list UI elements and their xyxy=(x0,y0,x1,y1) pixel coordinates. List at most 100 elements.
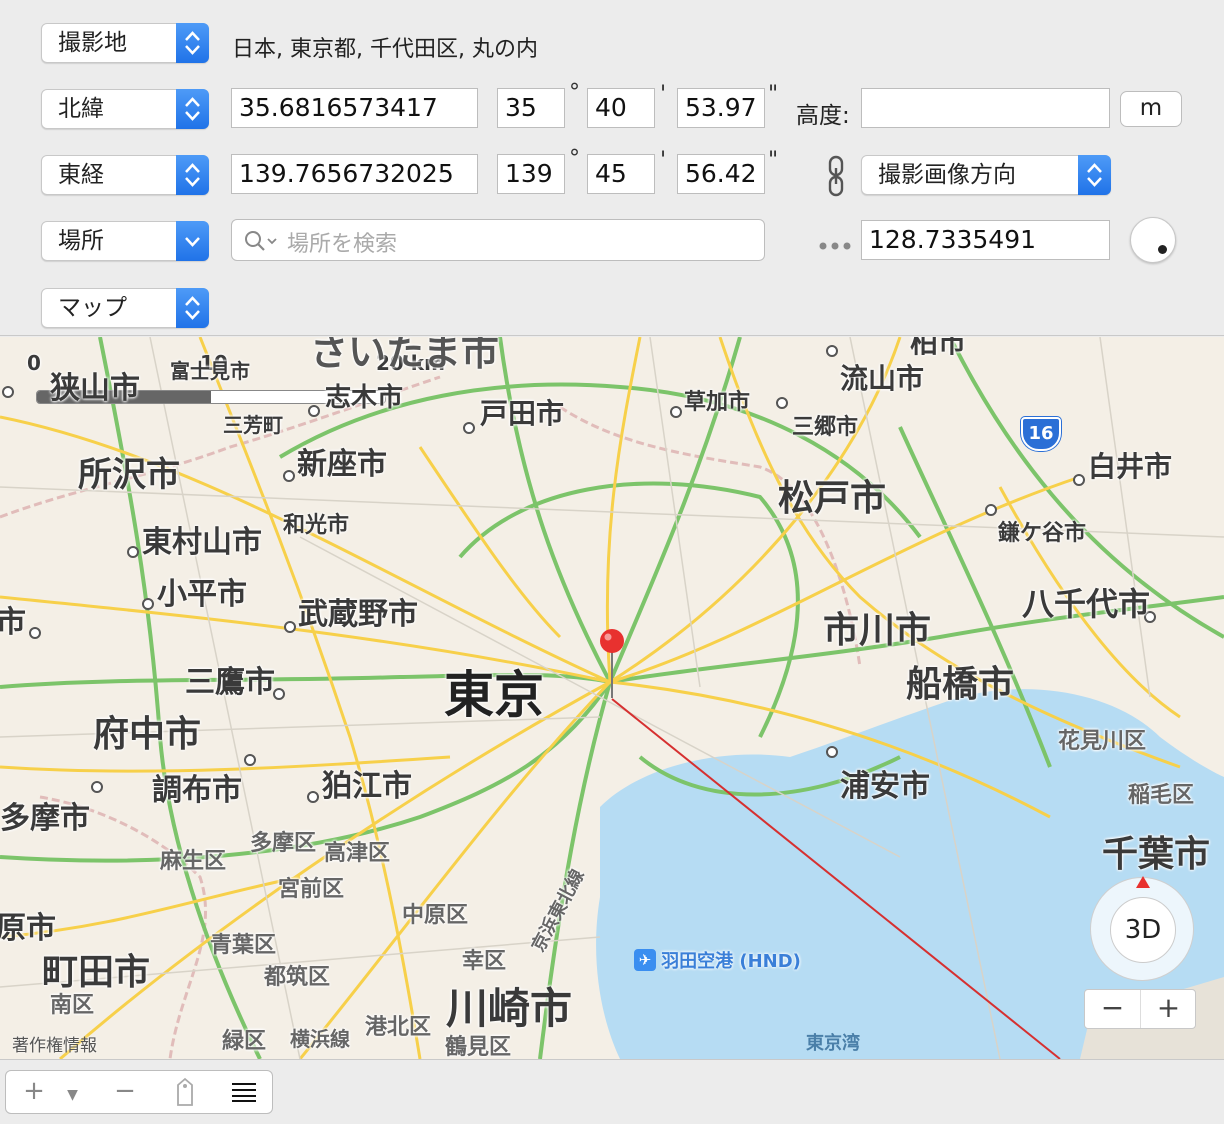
altitude-unit-button[interactable]: m xyxy=(1120,91,1182,127)
map-label: 南区 xyxy=(50,993,95,1018)
tag-icon xyxy=(177,1077,193,1106)
longitude-degrees-field[interactable]: 139 xyxy=(497,154,565,194)
map-label: 新座市 xyxy=(297,447,387,482)
remove-button[interactable]: − xyxy=(95,1070,156,1114)
add-menu-button[interactable]: + ▼ xyxy=(5,1070,96,1114)
map-label: 所沢市 xyxy=(78,455,180,495)
direction-ref-popup[interactable]: 撮影画像方向 xyxy=(861,155,1111,195)
latitude-ref-popup[interactable]: 北緯 xyxy=(41,89,209,129)
minute-symbol: ' xyxy=(660,82,667,107)
longitude-ref-popup[interactable]: 東経 xyxy=(41,155,209,195)
zoom-control: − + xyxy=(1084,989,1196,1029)
route-16-shield-icon: 16 xyxy=(1021,417,1061,451)
latitude-decimal-field[interactable]: 35.6816573417 xyxy=(231,88,478,128)
degree-symbol: ° xyxy=(569,146,580,171)
map-label: 市 xyxy=(0,605,26,640)
map-label-tokyo: 東京 xyxy=(444,666,544,724)
location-address: 日本, 東京都, 千代田区, 丸の内 xyxy=(232,37,538,62)
map-label: 市川市 xyxy=(823,610,932,651)
place-popup[interactable]: 場所 xyxy=(41,221,209,261)
route-16-number: 16 xyxy=(1028,423,1054,444)
map-type-label: マップ xyxy=(58,295,127,321)
map-label: さいたま市 xyxy=(310,337,499,374)
degree-symbol: ° xyxy=(569,80,580,105)
scale-zero: 0 xyxy=(27,351,41,375)
updown-arrows-icon xyxy=(176,155,209,195)
location-source-popup[interactable]: 撮影地 xyxy=(41,23,209,63)
updown-arrows-icon xyxy=(176,23,209,63)
zoom-in-button[interactable]: + xyxy=(1141,990,1196,1028)
map-view[interactable]: 0 10 20 km さいたま市 狭山市 富士見市 志木市 三芳町 戸田市 草加… xyxy=(0,337,1224,1059)
latitude-minutes-field[interactable]: 40 xyxy=(587,88,655,128)
compass-north-icon xyxy=(1136,876,1150,888)
map-label: 浦安市 xyxy=(840,769,930,804)
map-label: 三郷市 xyxy=(792,415,859,440)
map-label: 多摩市 xyxy=(0,801,90,836)
updown-arrows-icon xyxy=(1078,155,1111,195)
direction-ref-label: 撮影画像方向 xyxy=(878,162,1016,188)
map-label: 白井市 xyxy=(1088,450,1173,483)
list-icon xyxy=(231,1083,256,1102)
map-label: 戸田市 xyxy=(480,397,565,430)
map-label: 高津区 xyxy=(324,841,391,866)
latitude-degrees-field[interactable]: 35 xyxy=(497,88,565,128)
direction-value-field[interactable]: 128.7335491 xyxy=(861,220,1110,260)
altitude-field[interactable] xyxy=(861,88,1110,128)
map-label: 横浜線 xyxy=(290,1027,350,1051)
map-label: 鶴見区 xyxy=(445,1035,512,1059)
place-search-placeholder: 場所を検索 xyxy=(287,232,398,257)
map-label: 小平市 xyxy=(157,577,247,612)
altitude-label: 高度: xyxy=(796,103,850,129)
compass-3d-label: 3D xyxy=(1124,915,1162,945)
add-label: + xyxy=(23,1076,45,1106)
link-chain-icon[interactable] xyxy=(826,155,846,201)
search-icon xyxy=(243,229,279,257)
more-dots-icon[interactable] xyxy=(818,236,854,255)
map-label: 三鷹市 xyxy=(185,665,275,700)
place-search-field[interactable]: 場所を検索 xyxy=(231,219,765,261)
metadata-panel: 撮影地 日本, 東京都, 千代田区, 丸の内 北緯 35.6816573417 … xyxy=(0,0,1224,336)
updown-arrows-icon xyxy=(176,89,209,129)
list-view-button[interactable] xyxy=(215,1070,273,1114)
map-label: 川崎市 xyxy=(446,984,573,1033)
latitude-ref-label: 北緯 xyxy=(58,96,104,122)
location-source-label: 撮影地 xyxy=(58,30,127,56)
updown-arrows-icon xyxy=(176,288,209,328)
map-label: 三芳町 xyxy=(223,413,283,437)
map-label: 船橋市 xyxy=(906,664,1015,705)
zoom-out-button[interactable]: − xyxy=(1085,990,1141,1028)
map-label: 花見川区 xyxy=(1058,729,1147,754)
latitude-seconds-field[interactable]: 53.97 xyxy=(677,88,765,128)
dial-indicator-icon xyxy=(1158,245,1167,254)
longitude-ref-label: 東経 xyxy=(58,162,104,188)
map-label: 和光市 xyxy=(283,513,350,538)
longitude-seconds-field[interactable]: 56.42 xyxy=(677,154,765,194)
direction-dial[interactable] xyxy=(1130,217,1176,263)
tag-button[interactable] xyxy=(155,1070,216,1114)
map-label: 流山市 xyxy=(840,362,925,395)
second-symbol: " xyxy=(768,82,779,107)
copyright-link[interactable]: 著作権情報 xyxy=(12,1031,97,1056)
map-label: 宮前区 xyxy=(278,877,345,902)
map-label: 港北区 xyxy=(365,1015,432,1040)
chevron-down-icon xyxy=(176,221,209,261)
map-label: 松戸市 xyxy=(778,478,887,519)
map-label: 富士見市 xyxy=(170,359,250,383)
map-label: 稲毛区 xyxy=(1128,783,1195,808)
compass-3d-button[interactable]: 3D xyxy=(1110,897,1176,963)
map-label: 原市 xyxy=(0,911,56,946)
map-label: 青葉区 xyxy=(210,933,277,958)
compass-3d-control[interactable]: 3D xyxy=(1090,876,1194,981)
longitude-decimal-field[interactable]: 139.7656732025 xyxy=(231,154,478,194)
map-label: 狛江市 xyxy=(322,769,412,804)
map-label: 八千代市 xyxy=(1022,585,1151,623)
airport-marker[interactable]: ✈ 羽田空港 (HND) xyxy=(634,947,801,973)
map-label: 武蔵野市 xyxy=(298,597,418,632)
map-label: 調布市 xyxy=(152,773,242,808)
map-label: 緑区 xyxy=(222,1029,267,1054)
map-label: 柏市 xyxy=(910,337,967,359)
map-type-popup[interactable]: マップ xyxy=(41,288,209,328)
longitude-minutes-field[interactable]: 45 xyxy=(587,154,655,194)
map-label: 府中市 xyxy=(93,714,202,755)
location-pin-icon[interactable] xyxy=(598,628,626,704)
